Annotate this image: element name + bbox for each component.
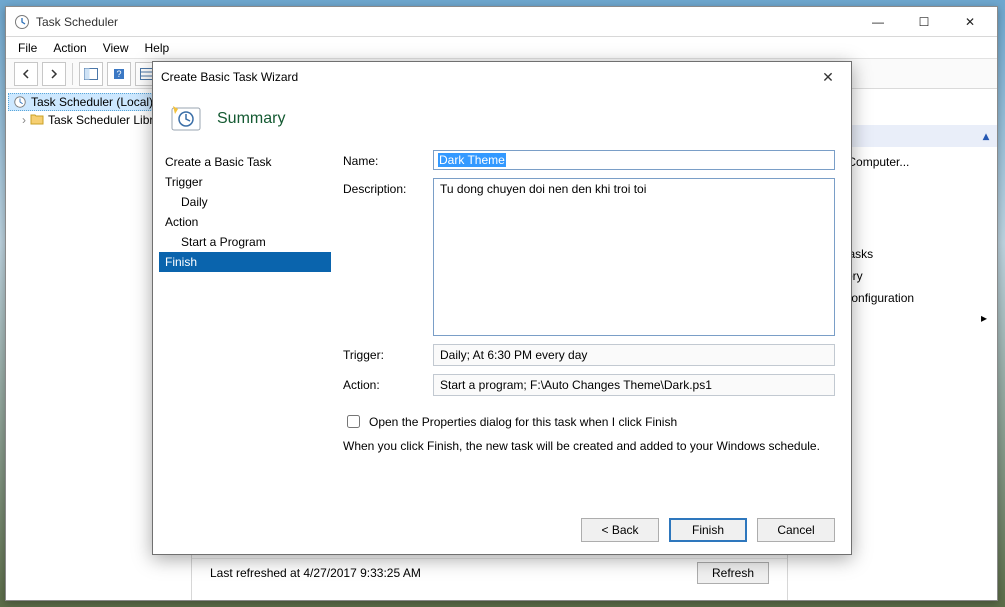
toolbar-help-icon[interactable]: ? <box>107 62 131 86</box>
wizard-heading: Summary <box>217 110 285 128</box>
wizard-titlebar[interactable]: Create Basic Task Wizard ✕ <box>153 62 851 92</box>
label-description: Description: <box>343 178 423 336</box>
back-button[interactable]: < Back <box>581 518 659 542</box>
close-button[interactable]: ✕ <box>947 7 993 37</box>
back-button[interactable] <box>14 62 38 86</box>
wizard-nav-action[interactable]: Action <box>159 212 331 232</box>
wizard-nav-action-start[interactable]: Start a Program <box>159 232 331 252</box>
create-basic-task-wizard: Create Basic Task Wizard ✕ Summary Creat… <box>152 61 852 555</box>
finish-button[interactable]: Finish <box>669 518 747 542</box>
wizard-nav-create[interactable]: Create a Basic Task <box>159 152 331 172</box>
description-field[interactable] <box>433 178 835 336</box>
maximize-button[interactable]: ☐ <box>901 7 947 37</box>
toolbar-panes-icon[interactable] <box>79 62 103 86</box>
wizard-nav-finish[interactable]: Finish <box>159 252 331 272</box>
svg-text:?: ? <box>116 69 121 79</box>
chevron-right-icon: › <box>22 113 26 127</box>
folder-icon <box>30 113 44 128</box>
finish-note: When you click Finish, the new task will… <box>343 439 835 453</box>
name-field[interactable]: Dark Theme <box>433 150 835 170</box>
wizard-icon <box>169 102 203 136</box>
menu-view[interactable]: View <box>103 41 129 55</box>
trigger-value: Daily; At 6:30 PM every day <box>433 344 835 366</box>
refresh-button[interactable]: Refresh <box>697 562 769 584</box>
minimize-button[interactable]: — <box>855 7 901 37</box>
window-title: Task Scheduler <box>36 15 118 29</box>
menu-file[interactable]: File <box>18 41 37 55</box>
menu-help[interactable]: Help <box>145 41 170 55</box>
cancel-button[interactable]: Cancel <box>757 518 835 542</box>
forward-button[interactable] <box>42 62 66 86</box>
wizard-footer: < Back Finish Cancel <box>153 506 851 554</box>
clock-icon <box>13 95 27 109</box>
label-name: Name: <box>343 150 423 170</box>
action-value: Start a program; F:\Auto Changes Theme\D… <box>433 374 835 396</box>
wizard-form: Name: Dark Theme Description: Trigger: D… <box>331 146 851 506</box>
menu-action[interactable]: Action <box>53 41 86 55</box>
collapse-icon[interactable]: ▴ <box>983 129 989 143</box>
label-action: Action: <box>343 374 423 396</box>
last-refreshed-label: Last refreshed at 4/27/2017 9:33:25 AM <box>210 566 421 580</box>
wizard-nav-trigger[interactable]: Trigger <box>159 172 331 192</box>
wizard-title: Create Basic Task Wizard <box>161 70 813 84</box>
label-trigger: Trigger: <box>343 344 423 366</box>
wizard-nav-trigger-daily[interactable]: Daily <box>159 192 331 212</box>
wizard-nav: Create a Basic Task Trigger Daily Action… <box>153 146 331 506</box>
app-icon <box>14 14 30 30</box>
menubar: File Action View Help <box>6 37 997 59</box>
open-properties-label: Open the Properties dialog for this task… <box>369 415 677 429</box>
titlebar[interactable]: Task Scheduler — ☐ ✕ <box>6 7 997 37</box>
wizard-close-button[interactable]: ✕ <box>813 62 843 92</box>
open-properties-checkbox[interactable] <box>347 415 360 428</box>
